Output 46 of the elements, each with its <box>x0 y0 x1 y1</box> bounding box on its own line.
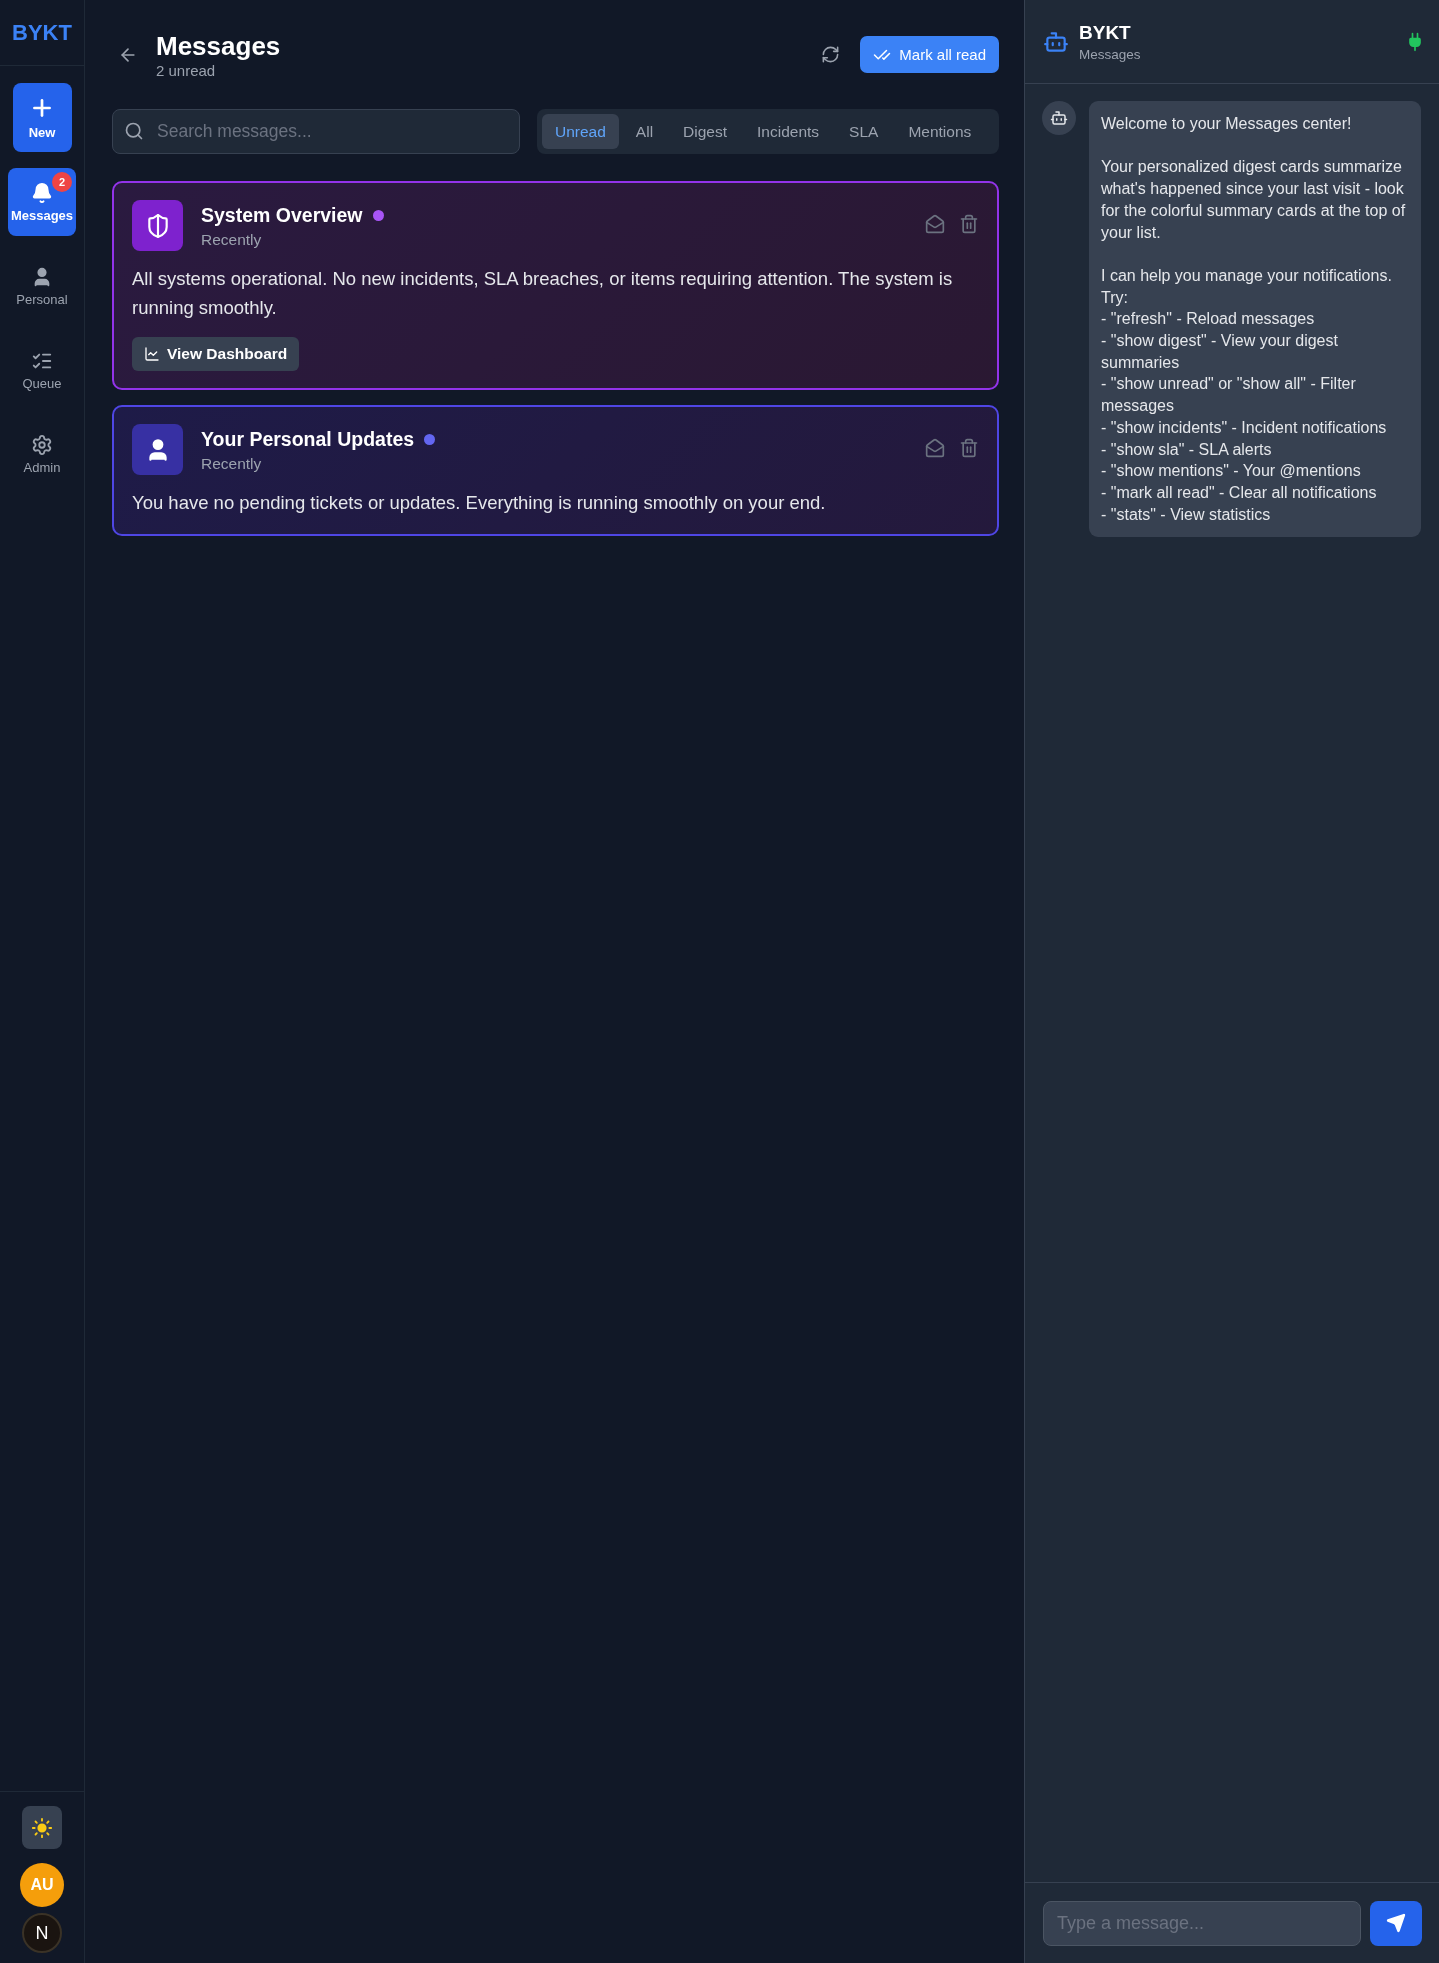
dev-indicator[interactable]: N <box>22 1913 62 1953</box>
new-button[interactable]: New <box>12 83 72 152</box>
filter-tab[interactable]: Mentions <box>895 114 985 149</box>
view-dashboard-button[interactable]: View Dashboard <box>132 337 300 371</box>
filter-tab[interactable]: SLA <box>836 114 892 149</box>
count-badge: 2 <box>52 172 72 192</box>
unread-count: 2 unread <box>156 62 217 79</box>
line-chart-icon <box>144 346 160 362</box>
delete-button[interactable] <box>959 438 979 458</box>
send-button[interactable] <box>1370 1900 1422 1946</box>
settings-icon <box>31 433 53 456</box>
delete-button[interactable] <box>959 214 979 234</box>
card-title: System Overview <box>201 204 363 227</box>
card-body: All systems operational. No new incidents, SLA breaches, or items requiring attention. The system is running smoothly. <box>132 267 954 320</box>
page-title: Messages <box>156 30 282 62</box>
filter-tab[interactable]: Digest <box>670 114 740 149</box>
card-time: Recently <box>201 231 263 249</box>
nav-item[interactable]: Queue <box>8 336 76 404</box>
open-envelope-icon <box>925 438 945 458</box>
app-logo: BYKT <box>0 0 84 66</box>
card-time: Recently <box>201 455 263 473</box>
mark-read-button[interactable] <box>925 438 945 458</box>
nav-item[interactable]: Messages 2 <box>8 168 76 236</box>
refresh-icon <box>821 45 841 64</box>
filter-tab[interactable]: Unread <box>542 114 619 149</box>
open-envelope-icon <box>925 214 945 234</box>
filter-tab[interactable]: Incidents <box>744 114 833 149</box>
search-icon <box>124 121 144 141</box>
sun-icon <box>31 1816 53 1839</box>
card-body: You have no pending tickets or updates. Everything is running smoothly on your end. <box>132 491 827 515</box>
send-icon <box>1386 1913 1406 1933</box>
nav-item[interactable]: Personal <box>8 252 76 320</box>
robot-icon <box>1050 109 1068 127</box>
assistant-title: BYKT <box>1079 21 1132 44</box>
trash-icon <box>959 214 979 234</box>
filter-tab[interactable]: All <box>622 114 667 149</box>
mark-all-read-button[interactable]: Mark all read <box>860 36 999 73</box>
search-field[interactable]: Search messages... <box>112 109 520 154</box>
assistant-subtitle: Messages <box>1079 46 1142 62</box>
bell-icon <box>31 181 53 204</box>
card-title: Your Personal Updates <box>201 428 415 451</box>
mark-read-button[interactable] <box>925 214 945 234</box>
theme-toggle-button[interactable] <box>22 1806 62 1849</box>
chat-message: Welcome to your Messages center! Your personalized digest cards summarize what's happened since your last visit - look for the colorful summary cards at the top of your list. I can help you manage your notifications. Try: - "refresh" - Reload messages - "show digest" - View your digest summaries - "show unread" or "show all" - Filter messages - "show incidents" - Incident notifications - "show sla" - SLA alerts - "show mentions" - Your @mentions - "mark all read" - Clear all notifications - "stats" - View statistics <box>1089 101 1421 538</box>
trash-icon <box>959 438 979 458</box>
nav-item[interactable]: Admin <box>8 420 76 488</box>
